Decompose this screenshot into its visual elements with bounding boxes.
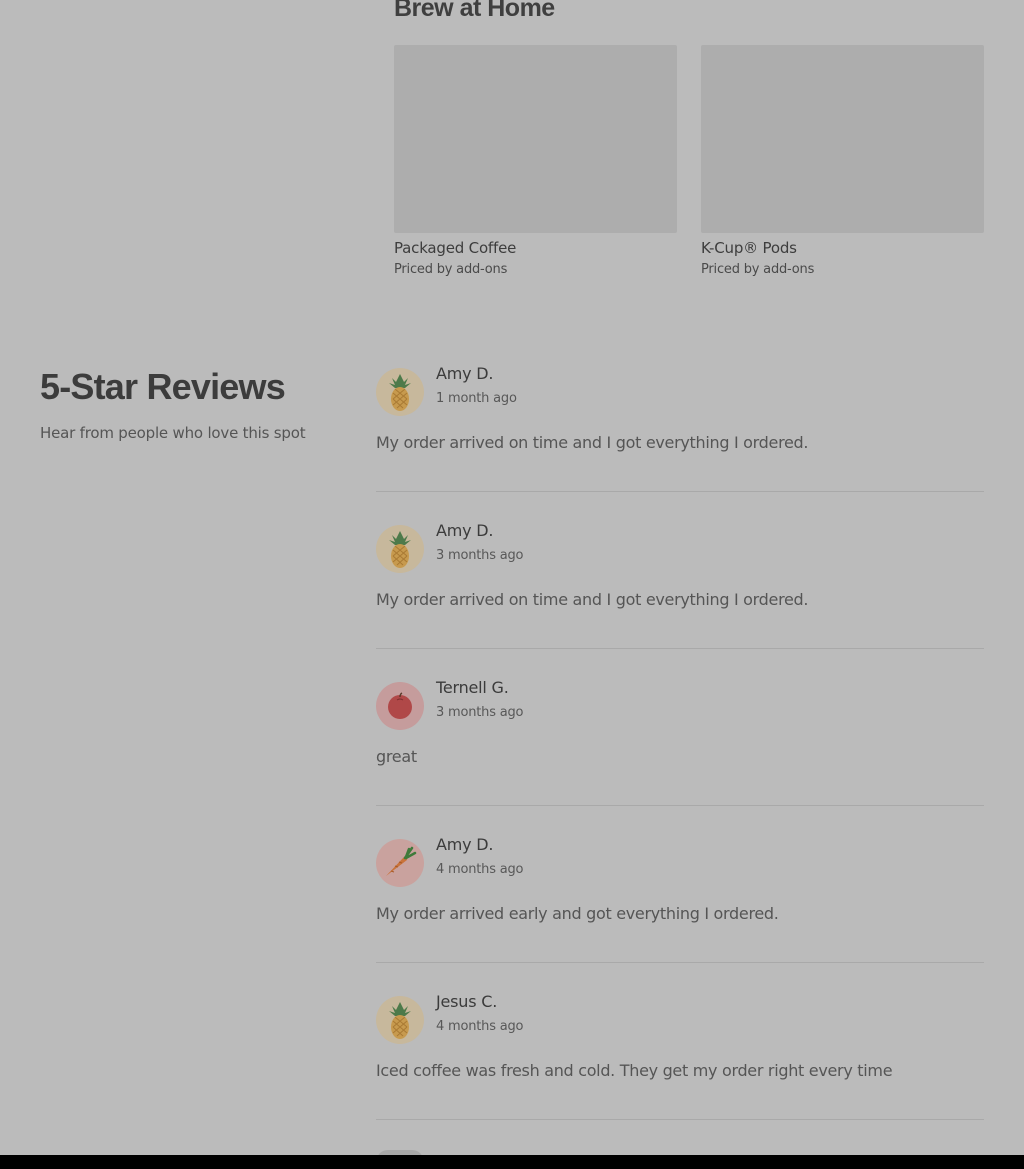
- review-text: My order arrived on time and I got every…: [376, 433, 809, 452]
- reviewer-name: Amy D.: [436, 835, 494, 854]
- product-name[interactable]: Packaged Coffee: [394, 239, 677, 257]
- reviews-section-subtitle: Hear from people who love this spot: [40, 424, 306, 442]
- review-date: 1 month ago: [436, 391, 517, 406]
- review-text: My order arrived early and got everythin…: [376, 904, 779, 923]
- product-image[interactable]: [394, 45, 677, 233]
- review-item: Jesus C. 4 months ago Iced coffee was fr…: [376, 986, 984, 1120]
- reviewer-name: Amy D.: [436, 364, 494, 383]
- review-item: Amy D. 1 month ago My order arrived on t…: [376, 358, 984, 492]
- review-text: Iced coffee was fresh and cold. They get…: [376, 1061, 893, 1080]
- review-item: Amy D. 3 months ago My order arrived on …: [376, 515, 984, 649]
- review-date: 3 months ago: [436, 548, 524, 563]
- review-item: Ternell G. 3 months ago great: [376, 672, 984, 806]
- product-price: Priced by add-ons: [394, 262, 508, 277]
- apple-icon: [376, 682, 424, 730]
- product-card-kcup-pods[interactable]: K-Cup® Pods Priced by add-ons: [701, 45, 984, 277]
- product-card-packaged-coffee[interactable]: Packaged Coffee Priced by add-ons: [394, 45, 677, 277]
- review-date: 4 months ago: [436, 1019, 524, 1034]
- product-name[interactable]: K-Cup® Pods: [701, 239, 984, 257]
- product-price: Priced by add-ons: [701, 262, 815, 277]
- review-date: 3 months ago: [436, 705, 524, 720]
- review-text: great: [376, 747, 417, 766]
- review-item: Amy D. 4 months ago My order arrived ear…: [376, 829, 984, 963]
- reviewer-name: Amy D.: [436, 521, 494, 540]
- review-text: My order arrived on time and I got every…: [376, 590, 809, 609]
- reviews-section-title: 5-Star Reviews: [40, 366, 286, 407]
- review-date: 4 months ago: [436, 862, 524, 877]
- reviewer-name: Ternell G.: [436, 678, 509, 697]
- pineapple-icon: [376, 525, 424, 573]
- pineapple-icon: [376, 996, 424, 1044]
- brew-section-title: Brew at Home: [394, 0, 555, 22]
- carrot-icon: [376, 839, 424, 887]
- reviewer-name: Jesus C.: [436, 992, 498, 1011]
- pineapple-icon: [376, 368, 424, 416]
- bottom-overlay-bar: [0, 1155, 1024, 1169]
- product-image[interactable]: [701, 45, 984, 233]
